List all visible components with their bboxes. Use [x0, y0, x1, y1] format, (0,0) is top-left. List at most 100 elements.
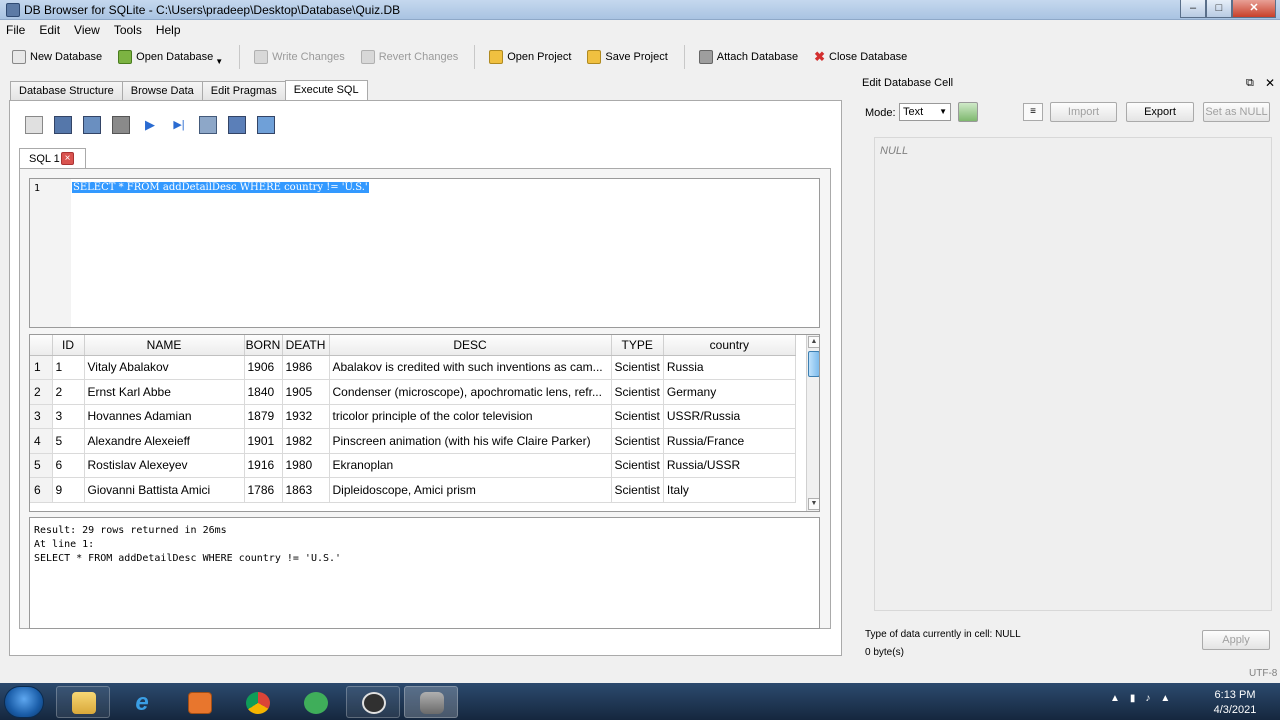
column-header-born[interactable]: BORN — [244, 335, 283, 356]
cell-id[interactable]: 2 — [52, 379, 85, 405]
cell-death[interactable]: 1932 — [282, 404, 330, 429]
cell-desc[interactable]: Ekranoplan — [329, 453, 612, 478]
row-number[interactable]: 5 — [30, 453, 53, 478]
cell-country[interactable]: Russia/USSR — [663, 453, 796, 478]
find-icon[interactable] — [228, 116, 246, 134]
cell-type[interactable]: Scientist — [611, 355, 664, 380]
close-window-button[interactable]: ✕ — [1232, 0, 1276, 18]
export-button[interactable]: Export — [1126, 102, 1194, 122]
menu-tools[interactable]: Tools — [114, 23, 142, 37]
taskbar-db-browser[interactable] — [404, 686, 458, 718]
show-hidden-icons-icon[interactable]: ▲ — [1110, 693, 1120, 704]
apply-button[interactable]: Apply — [1202, 630, 1270, 650]
close-panel-icon[interactable]: ✕ — [1265, 76, 1275, 90]
cell-born[interactable]: 1879 — [244, 404, 283, 429]
scroll-down-icon[interactable]: ▼ — [808, 498, 819, 510]
column-header-id[interactable]: ID — [52, 335, 85, 356]
open-project-button[interactable]: Open Project — [489, 50, 571, 64]
open-sql-file-icon[interactable] — [54, 116, 72, 134]
save-sql-file-icon[interactable] — [83, 116, 101, 134]
tab-sql-1[interactable]: SQL 1 × — [19, 148, 86, 169]
cell-death[interactable]: 1986 — [282, 355, 330, 380]
grid-vertical-scrollbar[interactable]: ▲ ▼ — [806, 335, 819, 511]
mode-select[interactable]: Text ▼ — [899, 103, 951, 121]
tab-execute-sql[interactable]: Execute SQL — [284, 80, 368, 101]
cell-type[interactable]: Scientist — [611, 379, 664, 405]
battery-icon[interactable]: ▮ — [1130, 693, 1136, 704]
cell-desc[interactable]: Pinscreen animation (with his wife Clair… — [329, 428, 612, 454]
cell-type[interactable]: Scientist — [611, 477, 664, 503]
cell-born[interactable]: 1906 — [244, 355, 283, 380]
column-header-country[interactable]: country — [663, 335, 796, 356]
row-number[interactable]: 1 — [30, 355, 53, 380]
cell-id[interactable]: 3 — [52, 404, 85, 429]
set-as-null-button[interactable]: Set as NULL — [1203, 102, 1270, 122]
cell-death[interactable]: 1863 — [282, 477, 330, 503]
word-wrap-icon[interactable]: ≡ — [1023, 103, 1043, 121]
start-button[interactable] — [4, 686, 44, 718]
write-changes-button[interactable]: Write Changes — [254, 50, 345, 64]
taskbar-media-player[interactable] — [172, 686, 226, 718]
taskbar-explorer[interactable] — [56, 686, 110, 718]
menu-edit[interactable]: Edit — [39, 23, 60, 37]
scroll-up-icon[interactable]: ▲ — [808, 336, 819, 348]
cell-country[interactable]: Russia/France — [663, 428, 796, 454]
save-results-icon[interactable] — [199, 116, 217, 134]
cell-death[interactable]: 1980 — [282, 453, 330, 478]
cell-name[interactable]: Ernst Karl Abbe — [84, 379, 245, 405]
system-clock[interactable]: 6:13 PM 4/3/2021 — [1200, 688, 1270, 718]
minimize-button[interactable]: – — [1180, 0, 1206, 18]
cell-born[interactable]: 1840 — [244, 379, 283, 405]
auto-switch-mode-icon[interactable] — [958, 102, 978, 122]
open-tab-icon[interactable] — [25, 116, 43, 134]
cell-type[interactable]: Scientist — [611, 453, 664, 478]
taskbar-obs[interactable] — [346, 686, 400, 718]
cell-id[interactable]: 1 — [52, 355, 85, 380]
row-number[interactable]: 3 — [30, 404, 53, 429]
cell-name[interactable]: Rostislav Alexeyev — [84, 453, 245, 478]
attach-database-button[interactable]: Attach Database — [698, 50, 798, 64]
sql-query-text[interactable]: SELECT * FROM addDetailDesc WHERE countr… — [72, 182, 369, 193]
cell-id[interactable]: 6 — [52, 453, 85, 478]
tab-database-structure[interactable]: Database Structure — [10, 81, 123, 101]
import-button[interactable]: Import — [1050, 102, 1117, 122]
cell-desc[interactable]: Abalakov is credited with such invention… — [329, 355, 612, 380]
row-number[interactable]: 2 — [30, 379, 53, 405]
menu-file[interactable]: File — [6, 23, 25, 37]
cell-death[interactable]: 1905 — [282, 379, 330, 405]
cell-name[interactable]: Giovanni Battista Amici — [84, 477, 245, 503]
cell-id[interactable]: 9 — [52, 477, 85, 503]
cell-born[interactable]: 1901 — [244, 428, 283, 454]
open-database-button[interactable]: Open Database ▼ — [118, 50, 223, 66]
cell-name[interactable]: Alexandre Alexeieff — [84, 428, 245, 454]
cell-country[interactable]: Italy — [663, 477, 796, 503]
revert-changes-button[interactable]: Revert Changes — [360, 50, 458, 64]
execute-line-icon[interactable]: ▶| — [170, 116, 188, 134]
cell-type[interactable]: Scientist — [611, 428, 664, 454]
chevron-down-icon[interactable]: ▼ — [215, 57, 223, 66]
cell-desc[interactable]: tricolor principle of the color televisi… — [329, 404, 612, 429]
scroll-thumb[interactable] — [808, 351, 819, 377]
cell-death[interactable]: 1982 — [282, 428, 330, 454]
save-project-button[interactable]: Save Project — [587, 50, 668, 64]
execute-all-icon[interactable]: ▶ — [141, 116, 159, 134]
close-database-button[interactable]: ✖ Close Database — [814, 49, 907, 65]
cell-name[interactable]: Hovannes Adamian — [84, 404, 245, 429]
column-header-death[interactable]: DEATH — [282, 335, 330, 356]
column-header-name[interactable]: NAME — [84, 335, 245, 356]
menu-view[interactable]: View — [74, 23, 100, 37]
cell-type[interactable]: Scientist — [611, 404, 664, 429]
sql-editor[interactable]: 1 SELECT * FROM addDetailDesc WHERE coun… — [29, 178, 820, 328]
cell-born[interactable]: 1786 — [244, 477, 283, 503]
taskbar-chrome[interactable] — [230, 686, 284, 718]
tab-edit-pragmas[interactable]: Edit Pragmas — [201, 81, 286, 101]
row-number[interactable]: 6 — [30, 477, 53, 503]
row-number[interactable]: 4 — [30, 428, 53, 454]
taskbar-ie[interactable]: e — [114, 686, 168, 718]
column-header-desc[interactable]: DESC — [329, 335, 612, 356]
maximize-button[interactable]: □ — [1206, 0, 1232, 18]
cell-country[interactable]: Germany — [663, 379, 796, 405]
cell-country[interactable]: USSR/Russia — [663, 404, 796, 429]
volume-icon[interactable]: ♪ — [1145, 693, 1150, 704]
print-icon[interactable] — [112, 116, 130, 134]
